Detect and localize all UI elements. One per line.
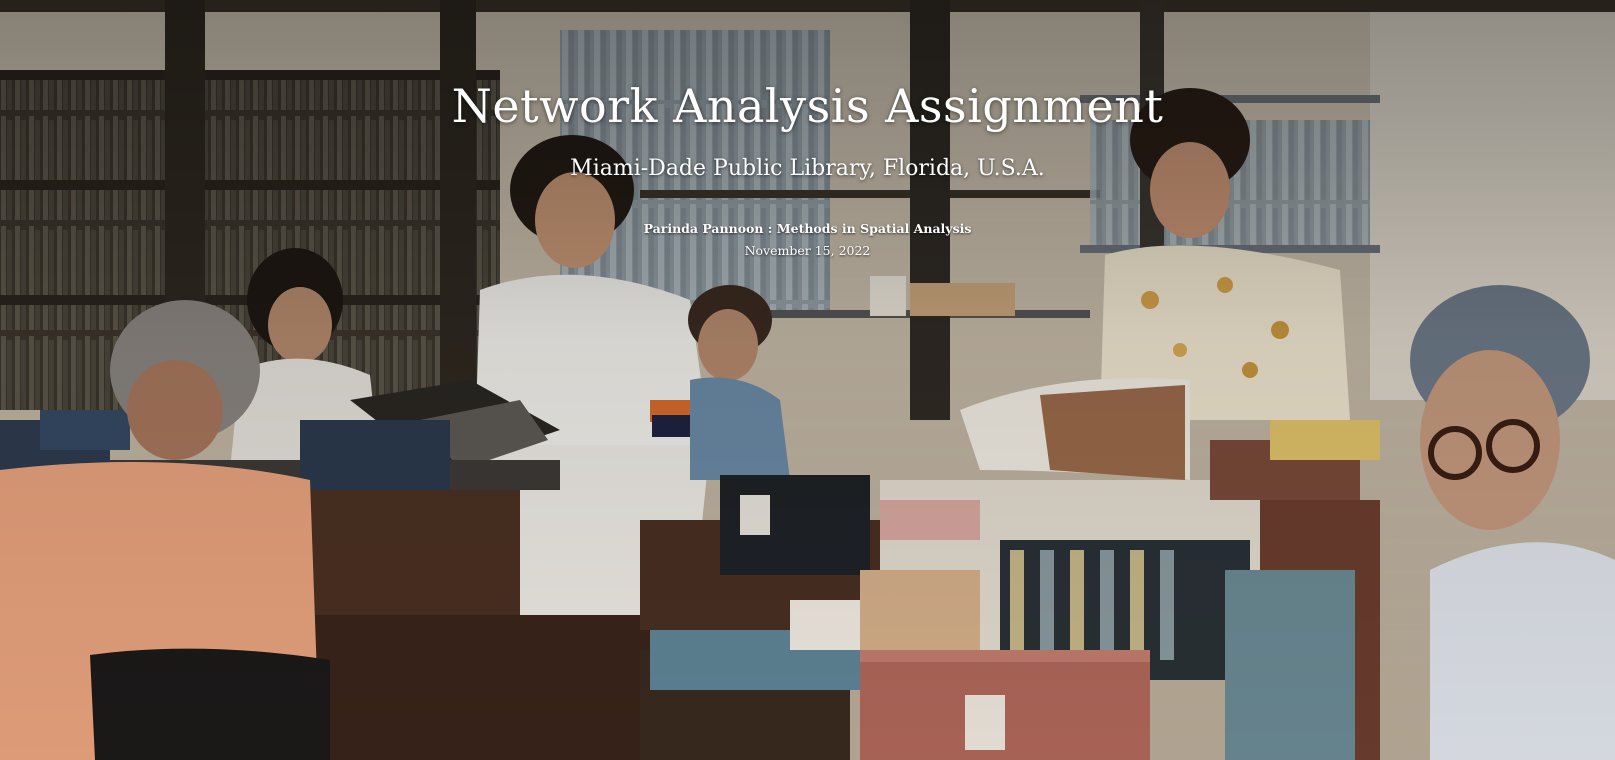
page-title: Network Analysis Assignment [451, 79, 1164, 133]
author-byline: Parinda Pannoon : Methods in Spatial Ana… [643, 221, 972, 236]
page-subtitle: Miami-Dade Public Library, Florida, U.S.… [570, 156, 1045, 181]
publish-date: November 15, 2022 [744, 243, 871, 258]
title-cover: Network Analysis Assignment Miami-Dade P… [0, 0, 1615, 760]
